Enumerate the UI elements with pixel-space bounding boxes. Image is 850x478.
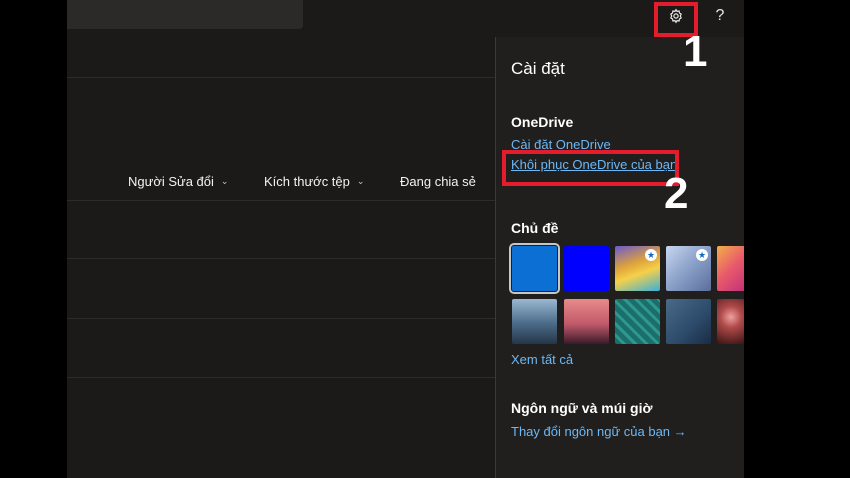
divider <box>67 258 495 259</box>
column-header-sharing[interactable]: Đang chia sẻ <box>400 174 476 189</box>
onedrive-heading: OneDrive <box>511 114 574 130</box>
themes-heading: Chủ đề <box>511 220 559 236</box>
settings-title: Cài đặt <box>511 59 565 78</box>
column-header-label: Đang chia sẻ <box>400 174 476 189</box>
chevron-down-icon: ⌄ <box>220 176 229 186</box>
theme-rainbow-waves[interactable]: ★ <box>615 246 660 291</box>
chevron-down-icon: ⌄ <box>356 176 365 186</box>
theme-lights[interactable] <box>717 299 744 344</box>
help-button[interactable]: ? <box>709 6 731 26</box>
divider <box>67 377 495 378</box>
theme-blue[interactable] <box>509 243 560 294</box>
divider <box>67 77 495 78</box>
star-icon: ★ <box>645 249 657 261</box>
arrow-right-icon: → <box>673 424 687 439</box>
theme-circuit[interactable] <box>615 299 660 344</box>
change-language-label: Thay đổi ngôn ngữ của bạn <box>511 424 671 439</box>
change-language-link[interactable]: Thay đổi ngôn ngữ của bạn → <box>511 424 687 439</box>
column-header-label: Người Sửa đổi <box>128 174 214 189</box>
star-icon: ★ <box>696 249 708 261</box>
step-number-1: 1 <box>683 27 708 76</box>
onedrive-window: ? Người Sửa đổi ⌄ Kích thước tệp ⌄ Đang … <box>67 0 744 478</box>
step-number-2: 2 <box>664 169 689 218</box>
theme-floral[interactable] <box>717 246 744 291</box>
theme-mountains[interactable] <box>512 299 557 344</box>
highlight-box-step2 <box>502 150 679 186</box>
divider <box>67 318 495 319</box>
theme-bright-blue[interactable] <box>564 246 609 291</box>
theme-aviation[interactable] <box>666 299 711 344</box>
help-icon: ? <box>715 7 725 24</box>
column-header-modified-by[interactable]: Người Sửa đổi ⌄ <box>128 174 228 189</box>
theme-feathers[interactable]: ★ <box>666 246 711 291</box>
divider <box>67 200 495 201</box>
column-header-label: Kích thước tệp <box>264 174 350 189</box>
language-heading: Ngôn ngữ và múi giờ <box>511 400 653 416</box>
settings-panel: Cài đặt OneDrive Cài đặt OneDrive Khôi p… <box>495 37 744 478</box>
see-all-themes-link[interactable]: Xem tất cả <box>511 352 573 367</box>
search-box[interactable] <box>67 0 303 29</box>
column-header-file-size[interactable]: Kích thước tệp ⌄ <box>264 174 364 189</box>
theme-palm-sunset[interactable] <box>564 299 609 344</box>
